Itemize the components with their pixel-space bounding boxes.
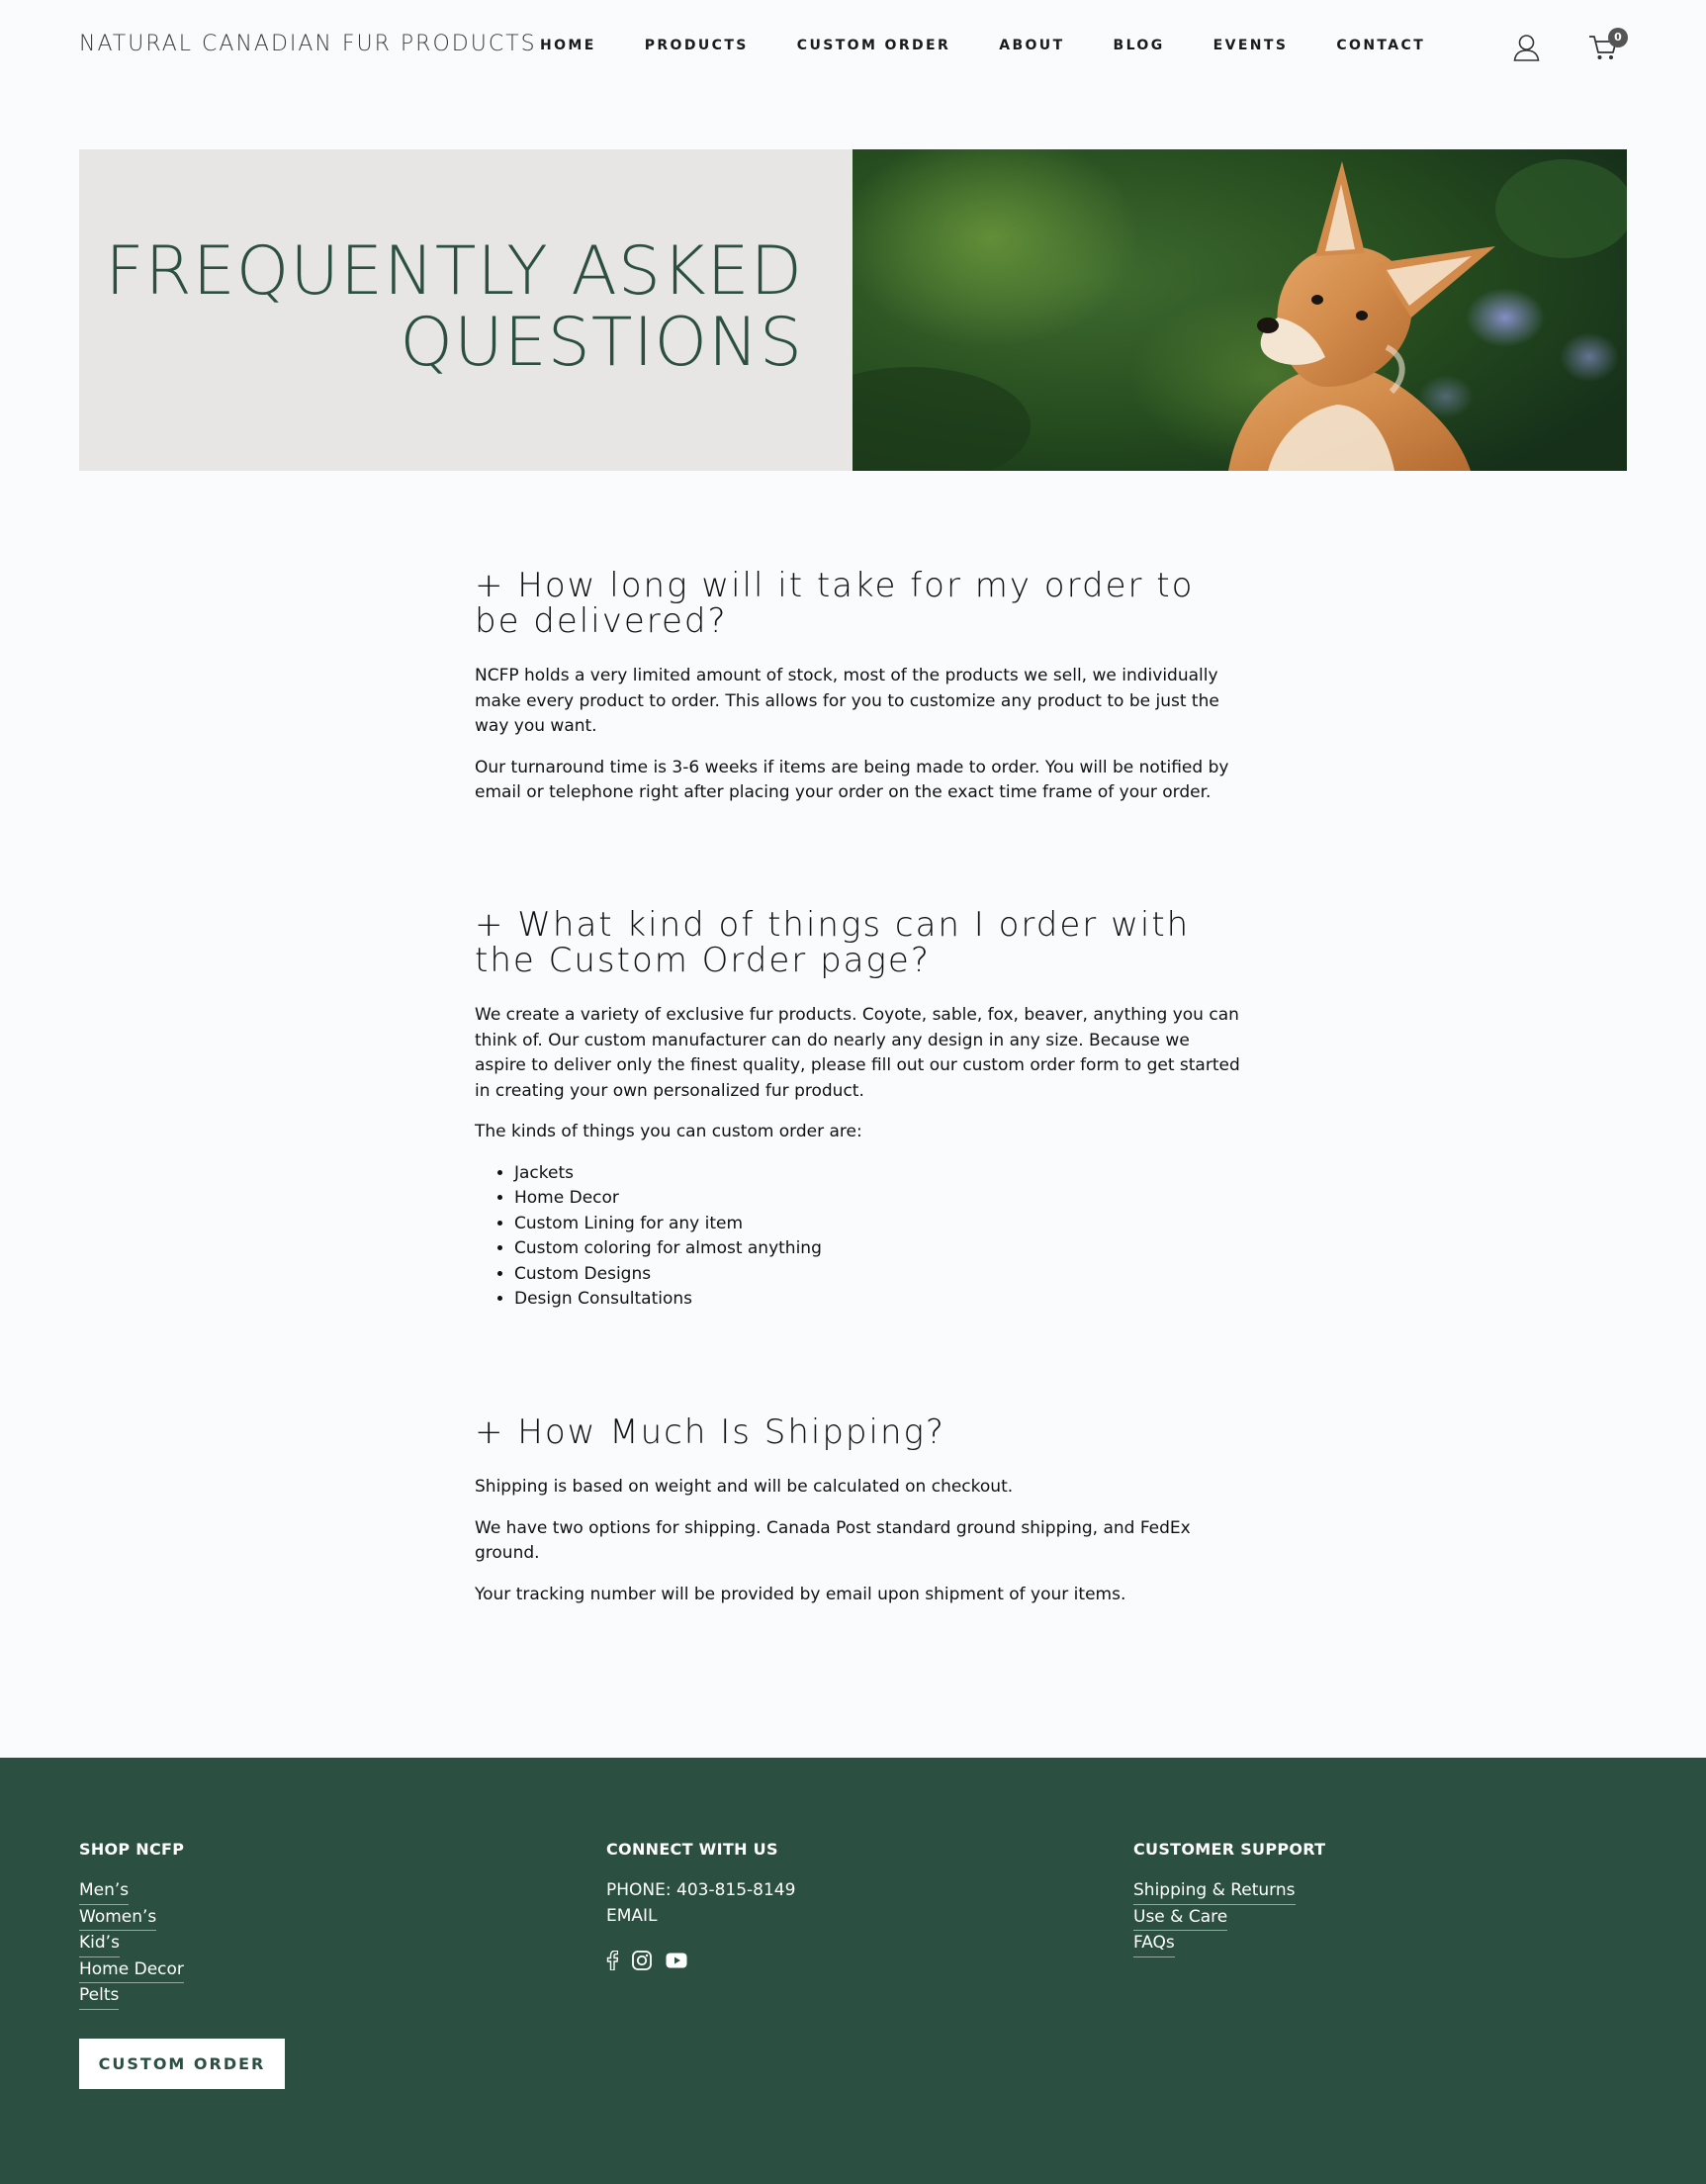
footer-link-pelts[interactable]: Pelts: [79, 1983, 120, 2010]
faq-answer-paragraph: Our turnaround time is 3-6 weeks if item…: [475, 757, 1229, 803]
nav-products[interactable]: PRODUCTS: [645, 38, 749, 53]
youtube-icon[interactable]: [666, 1953, 687, 1972]
footer-heading: CUSTOMER SUPPORT: [1133, 1840, 1326, 1859]
footer-support-column: CUSTOMER SUPPORT Shipping & Returns Use …: [1133, 1840, 1325, 1957]
faq-question[interactable]: + What kind of things can I order with t…: [475, 907, 1246, 978]
main-nav: HOME PRODUCTS CUSTOM ORDER ABOUT BLOG EV…: [540, 38, 1474, 53]
nav-blog[interactable]: BLOG: [1114, 38, 1165, 53]
footer-link-faqs[interactable]: FAQs: [1133, 1931, 1175, 1957]
list-item: Home Decor: [514, 1186, 1246, 1212]
site-header: NATURAL CANADIAN FUR PRODUCTS HOME PRODU…: [0, 0, 1706, 95]
social-links: [606, 1950, 795, 1974]
page-title: FREQUENTLY ASKED QUESTIONS: [105, 236, 803, 379]
nav-custom-order[interactable]: CUSTOM ORDER: [797, 38, 950, 53]
hero-banner: FREQUENTLY ASKED QUESTIONS: [79, 149, 1627, 471]
footer-link-shipping-returns[interactable]: Shipping & Returns: [1133, 1878, 1296, 1905]
list-item: Jackets: [514, 1161, 1246, 1187]
footer-connect-column: CONNECT WITH US PHONE: 403-815-8149 EMAI…: [606, 1840, 795, 1974]
footer-email[interactable]: EMAIL: [606, 1904, 795, 1930]
faq-item-delivery: + How long will it take for my order to …: [475, 568, 1246, 806]
nav-home[interactable]: HOME: [540, 38, 596, 53]
page-title-line-1: FREQUENTLY ASKED: [105, 232, 803, 311]
cart-count-badge: 0: [1608, 28, 1628, 47]
faq-answer-paragraph: NCFP holds a very limited amount of stoc…: [475, 666, 1219, 736]
user-icon[interactable]: [1513, 34, 1540, 65]
list-item: Custom Lining for any item: [514, 1212, 1246, 1237]
footer-link-kids[interactable]: Kid’s: [79, 1931, 120, 1957]
footer-heading: SHOP NCFP: [79, 1840, 185, 1859]
nav-about[interactable]: ABOUT: [999, 38, 1064, 53]
footer-phone[interactable]: PHONE: 403-815-8149: [606, 1878, 795, 1904]
custom-order-button[interactable]: CUSTOM ORDER: [79, 2039, 285, 2089]
site-logo[interactable]: NATURAL CANADIAN FUR PRODUCTS: [79, 32, 537, 56]
nav-events[interactable]: EVENTS: [1213, 38, 1289, 53]
site-footer: SHOP NCFP Men’s Women’s Kid’s Home Decor…: [0, 1758, 1706, 2184]
list-item: Custom Designs: [514, 1262, 1246, 1288]
list-item: Design Consultations: [514, 1287, 1246, 1313]
faq-question[interactable]: + How Much Is Shipping?: [475, 1414, 1246, 1450]
faq-answer-paragraph: We have two options for shipping. Canada…: [475, 1517, 1191, 1564]
faq-item-custom-order: + What kind of things can I order with t…: [475, 907, 1246, 1313]
fox-photo: [853, 149, 1627, 471]
nav-contact[interactable]: CONTACT: [1336, 38, 1425, 53]
footer-heading: CONNECT WITH US: [606, 1840, 778, 1859]
faq-answer-paragraph: Your tracking number will be provided by…: [475, 1584, 1126, 1604]
custom-order-list: Jackets Home Decor Custom Lining for any…: [475, 1161, 1246, 1314]
footer-link-use-care[interactable]: Use & Care: [1133, 1905, 1228, 1931]
footer-link-mens[interactable]: Men’s: [79, 1878, 130, 1905]
facebook-icon[interactable]: [606, 1950, 619, 1974]
faq-item-shipping: + How Much Is Shipping? Shipping is base…: [475, 1414, 1246, 1607]
hero-title-panel: FREQUENTLY ASKED QUESTIONS: [79, 149, 853, 471]
footer-link-home-decor[interactable]: Home Decor: [79, 1957, 184, 1983]
faq-answer-paragraph: The kinds of things you can custom order…: [475, 1122, 862, 1141]
faq-answer-paragraph: Shipping is based on weight and will be …: [475, 1477, 1014, 1497]
faq-answer-paragraph: We create a variety of exclusive fur pro…: [475, 1005, 1240, 1101]
list-item: Custom coloring for almost anything: [514, 1236, 1246, 1262]
faq-question[interactable]: + How long will it take for my order to …: [475, 568, 1246, 639]
instagram-icon[interactable]: [632, 1951, 652, 1974]
footer-shop-column: SHOP NCFP Men’s Women’s Kid’s Home Decor…: [79, 1840, 184, 2010]
page-title-line-2: QUESTIONS: [400, 304, 803, 382]
footer-link-womens[interactable]: Women’s: [79, 1905, 157, 1931]
